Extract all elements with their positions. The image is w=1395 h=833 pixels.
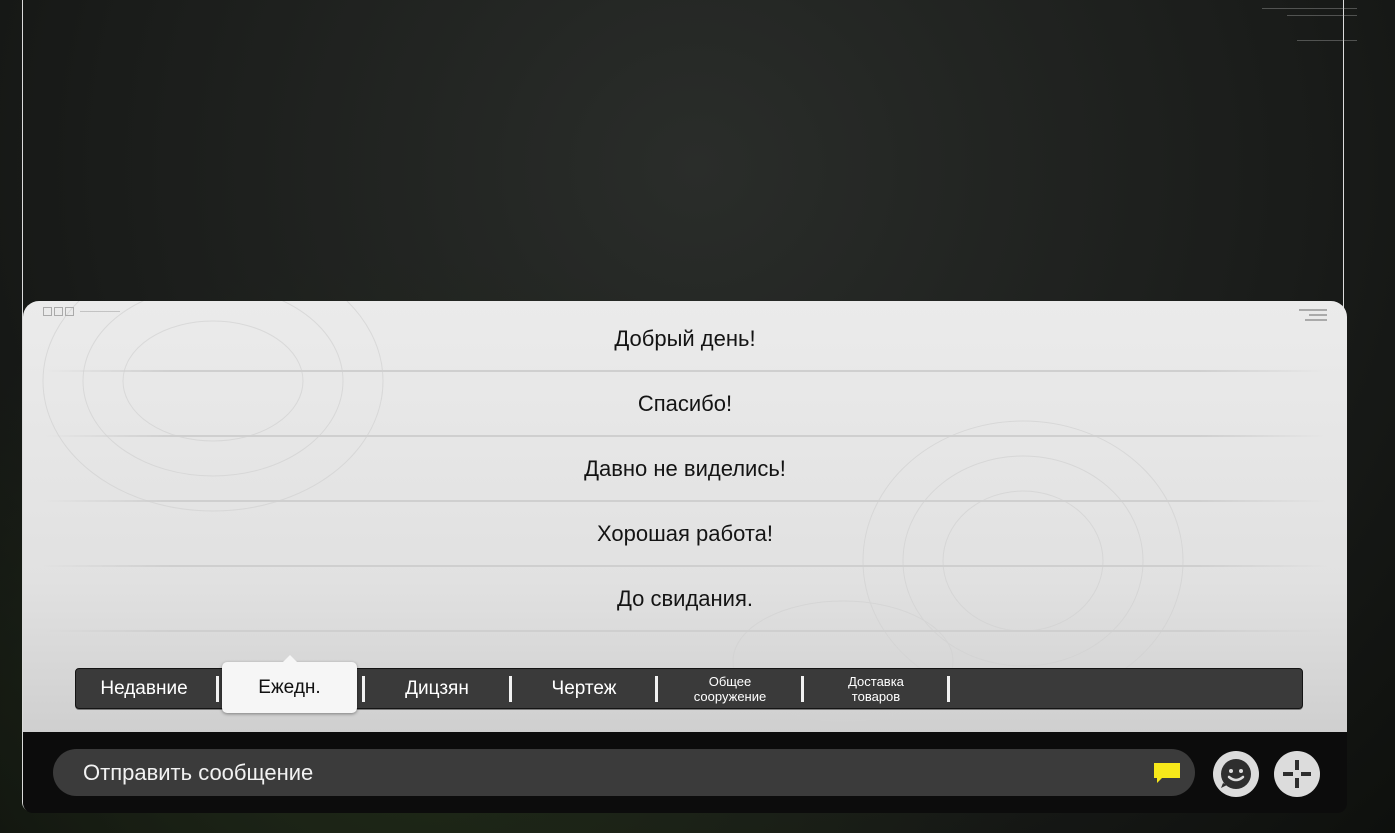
tab-label-line: Доставка [848, 673, 904, 689]
quick-phrase-item[interactable]: Давно не виделись! [23, 437, 1347, 502]
message-input[interactable]: Отправить сообщение [53, 749, 1195, 796]
tab-recent[interactable]: Недавние [71, 669, 217, 708]
quick-phrase-item[interactable]: Добрый день! [23, 307, 1347, 372]
tab-divider [216, 676, 219, 702]
emoji-icon [1221, 759, 1251, 789]
quick-phrase-item[interactable]: До свидания. [23, 567, 1347, 632]
chat-bubble-icon[interactable] [1153, 761, 1181, 785]
quick-phrase-item[interactable]: Спасибо! [23, 372, 1347, 437]
plus-icon [1283, 760, 1311, 788]
tab-drawing[interactable]: Чертеж [511, 669, 657, 708]
corner-decoration [1247, 2, 1357, 52]
tab-label-line: Общее [708, 673, 752, 689]
add-button[interactable] [1274, 751, 1320, 797]
tab-label-line: товаров [851, 688, 901, 704]
tab-goods-delivery[interactable]: Доставка товаров [803, 669, 949, 708]
quick-phrase-item[interactable]: Хорошая работа! [23, 502, 1347, 567]
tab-daily[interactable]: Ежедн. [222, 655, 357, 713]
tab-dicejan[interactable]: Дицзян [364, 669, 510, 708]
tab-divider [947, 676, 950, 702]
tab-general-construction[interactable]: Общее сооружение [657, 669, 803, 708]
emoji-button[interactable] [1213, 751, 1259, 797]
quick-phrase-list: Добрый день! Спасибо! Давно не виделись!… [23, 307, 1347, 632]
tab-label-line: сооружение [693, 688, 767, 704]
